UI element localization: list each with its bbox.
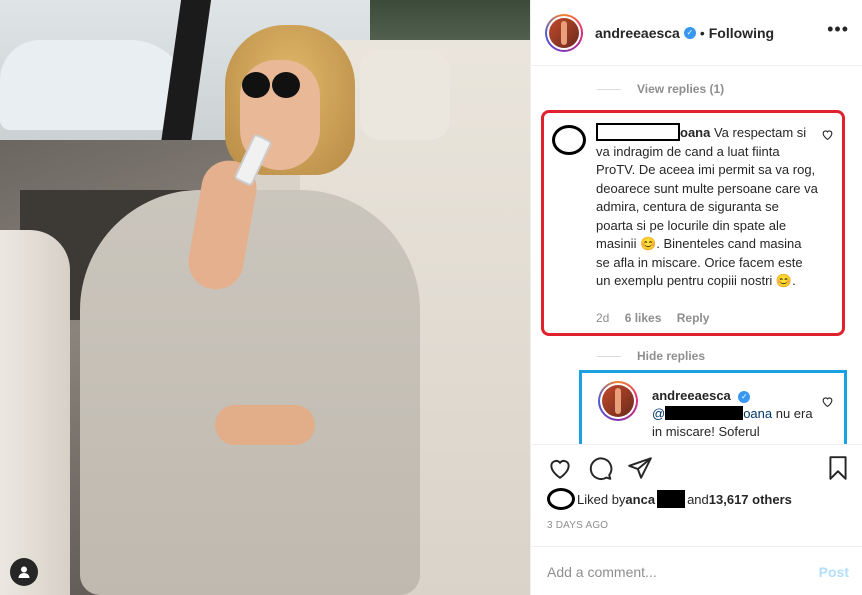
liker-avatar-redaction[interactable] xyxy=(547,488,575,510)
comment-icon[interactable] xyxy=(587,455,613,481)
likes-prefix: Liked by xyxy=(577,491,626,507)
verified-badge-icon: ✓ xyxy=(683,26,696,39)
photo-hand xyxy=(215,405,315,445)
add-comment-bar: Add a comment... Post xyxy=(531,546,862,595)
highlighted-comment: oana Va respectam si va indragim de cand… xyxy=(541,110,845,336)
likes-and: and xyxy=(687,491,709,507)
photo-sunglasses xyxy=(242,72,302,100)
author-username[interactable]: andreeaesca xyxy=(595,25,680,41)
post-actions xyxy=(531,444,862,484)
reply-like-heart-icon[interactable] xyxy=(821,395,834,408)
photo-car-outside xyxy=(0,40,190,130)
post-photo[interactable] xyxy=(0,0,530,595)
replies-divider xyxy=(597,88,621,90)
comment-username-redaction[interactable] xyxy=(596,123,680,141)
likes-others-link[interactable]: 13,617 others xyxy=(709,492,792,507)
photo-headrest xyxy=(360,50,450,140)
author-avatar[interactable] xyxy=(545,13,583,52)
tagged-users-icon[interactable] xyxy=(10,558,38,586)
hide-replies-button[interactable]: Hide replies xyxy=(597,349,705,363)
liker-username[interactable]: anca xyxy=(625,492,655,507)
share-icon[interactable] xyxy=(627,455,653,481)
view-replies-label: View replies (1) xyxy=(637,82,725,96)
save-bookmark-icon[interactable] xyxy=(825,455,851,481)
header-separator: • xyxy=(699,24,705,41)
comment-meta: 2d 6 likes Reply xyxy=(596,311,721,325)
replies-divider xyxy=(597,355,621,357)
comment-likes-count[interactable]: 6 likes xyxy=(625,311,662,325)
post-header: andreeaesca ✓ • Following ••• xyxy=(531,0,862,66)
comment-body: oana Va respectam si va indragim de cand… xyxy=(596,123,818,291)
comment-like-heart-icon[interactable] xyxy=(821,128,834,141)
photo-seat-front xyxy=(0,230,70,595)
reply-mention-redaction[interactable] xyxy=(665,406,744,420)
comment-age: 2d xyxy=(596,311,610,325)
more-options-icon[interactable]: ••• xyxy=(827,20,849,38)
add-comment-input[interactable]: Add a comment... xyxy=(547,564,657,580)
liker-username-redaction xyxy=(657,490,686,508)
likes-summary: Liked by anca and 13,617 others xyxy=(547,488,792,510)
comment-username-suffix[interactable]: oana xyxy=(680,125,710,140)
comments-section[interactable]: View replies (1) oana Va respectam si va… xyxy=(531,66,862,444)
highlighted-reply: andreeaesca ✓ @ oana nu era in miscare! S… xyxy=(579,370,847,444)
photo-person-body xyxy=(80,190,420,595)
reply-author-avatar[interactable] xyxy=(598,381,638,421)
post-timestamp[interactable]: 3 DAYS AGO xyxy=(547,520,608,531)
post-comment-button[interactable]: Post xyxy=(819,564,849,580)
comment-avatar-redaction[interactable] xyxy=(552,125,586,155)
like-heart-icon[interactable] xyxy=(547,455,573,481)
reply-username[interactable]: andreeaesca xyxy=(652,388,731,403)
reply-verified-badge-icon: ✓ xyxy=(738,390,751,403)
reply-body: andreeaesca ✓ @ oana nu era in miscare! S… xyxy=(652,387,822,441)
post-sidebar: andreeaesca ✓ • Following ••• View repli… xyxy=(530,0,862,595)
comment-text: Va respectam si va indragim de cand a lu… xyxy=(596,125,818,288)
following-button[interactable]: Following xyxy=(709,25,774,41)
reply-mention-suffix[interactable]: oana xyxy=(743,406,772,421)
comment-reply-button[interactable]: Reply xyxy=(677,311,710,325)
reply-mention-prefix[interactable]: @ xyxy=(652,406,665,421)
hide-replies-label: Hide replies xyxy=(637,349,706,363)
view-replies-button[interactable]: View replies (1) xyxy=(597,82,724,96)
